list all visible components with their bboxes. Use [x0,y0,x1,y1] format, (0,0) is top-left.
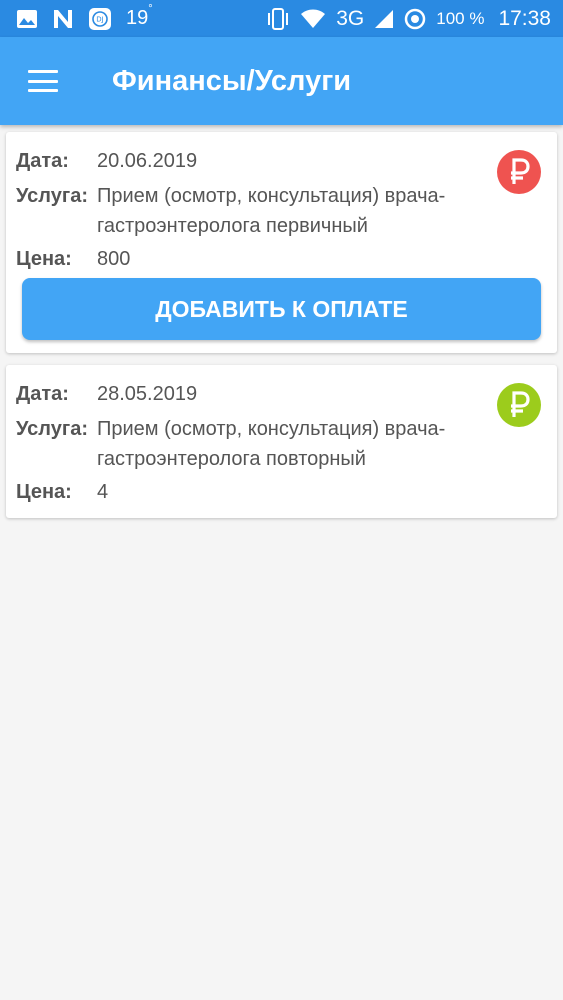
service-card: Дата: 20.06.2019 Услуга: Прием (осмотр, … [6,132,557,353]
price-value: 4 [97,481,109,503]
status-bar-notifications: DJ 19° [16,3,153,31]
price-label: Цена: [16,248,72,270]
date-row: Дата: 20.06.2019 [16,146,487,176]
service-label: Услуга: [16,185,88,207]
status-bar: DJ 19° 3G 100 % 17:38 [0,0,563,37]
temperature: 19° [126,3,153,30]
image-icon [16,9,38,29]
price-value: 800 [97,248,131,270]
svg-text:DJ: DJ [96,15,103,23]
app-notification-icon: DJ [88,7,112,31]
location-target-icon [404,8,426,30]
n-app-icon [52,9,74,29]
hamburger-menu-icon[interactable] [28,70,58,92]
price-label: Цена: [16,481,72,503]
service-row: Услуга: Прием (осмотр, консультация) вра… [16,414,487,474]
network-type: 3G [336,6,365,30]
wifi-icon [300,9,326,29]
clock: 17:38 [498,6,551,30]
price-row: Цена: 800 [16,244,487,274]
ruble-paid-icon [497,383,541,427]
date-value: 28.05.2019 [97,383,198,405]
vibrate-icon [266,7,290,30]
signal-icon [374,9,394,29]
app-bar: Финансы/Услуги [0,37,563,125]
temperature-unit: ° [148,3,153,16]
status-bar-system: 3G 100 % 17:38 [266,7,551,31]
price-row: Цена: 4 [16,477,487,507]
date-label: Дата: [16,150,69,172]
service-value: Прием (осмотр, консультация) врача-гастр… [97,185,446,237]
service-label: Услуга: [16,418,88,440]
service-row: Услуга: Прием (осмотр, консультация) вра… [16,181,487,241]
date-label: Дата: [16,383,69,405]
add-to-payment-button[interactable]: ДОБАВИТЬ К ОПЛАТЕ [22,278,541,340]
ruble-unpaid-icon [497,150,541,194]
battery-level: 100 % [436,8,485,28]
service-card: Дата: 28.05.2019 Услуга: Прием (осмотр, … [6,365,557,518]
page-title: Финансы/Услуги [112,64,352,97]
temperature-value: 19 [126,7,149,29]
service-value: Прием (осмотр, консультация) врача-гастр… [97,418,446,470]
date-value: 20.06.2019 [97,150,198,172]
date-row: Дата: 28.05.2019 [16,379,487,409]
